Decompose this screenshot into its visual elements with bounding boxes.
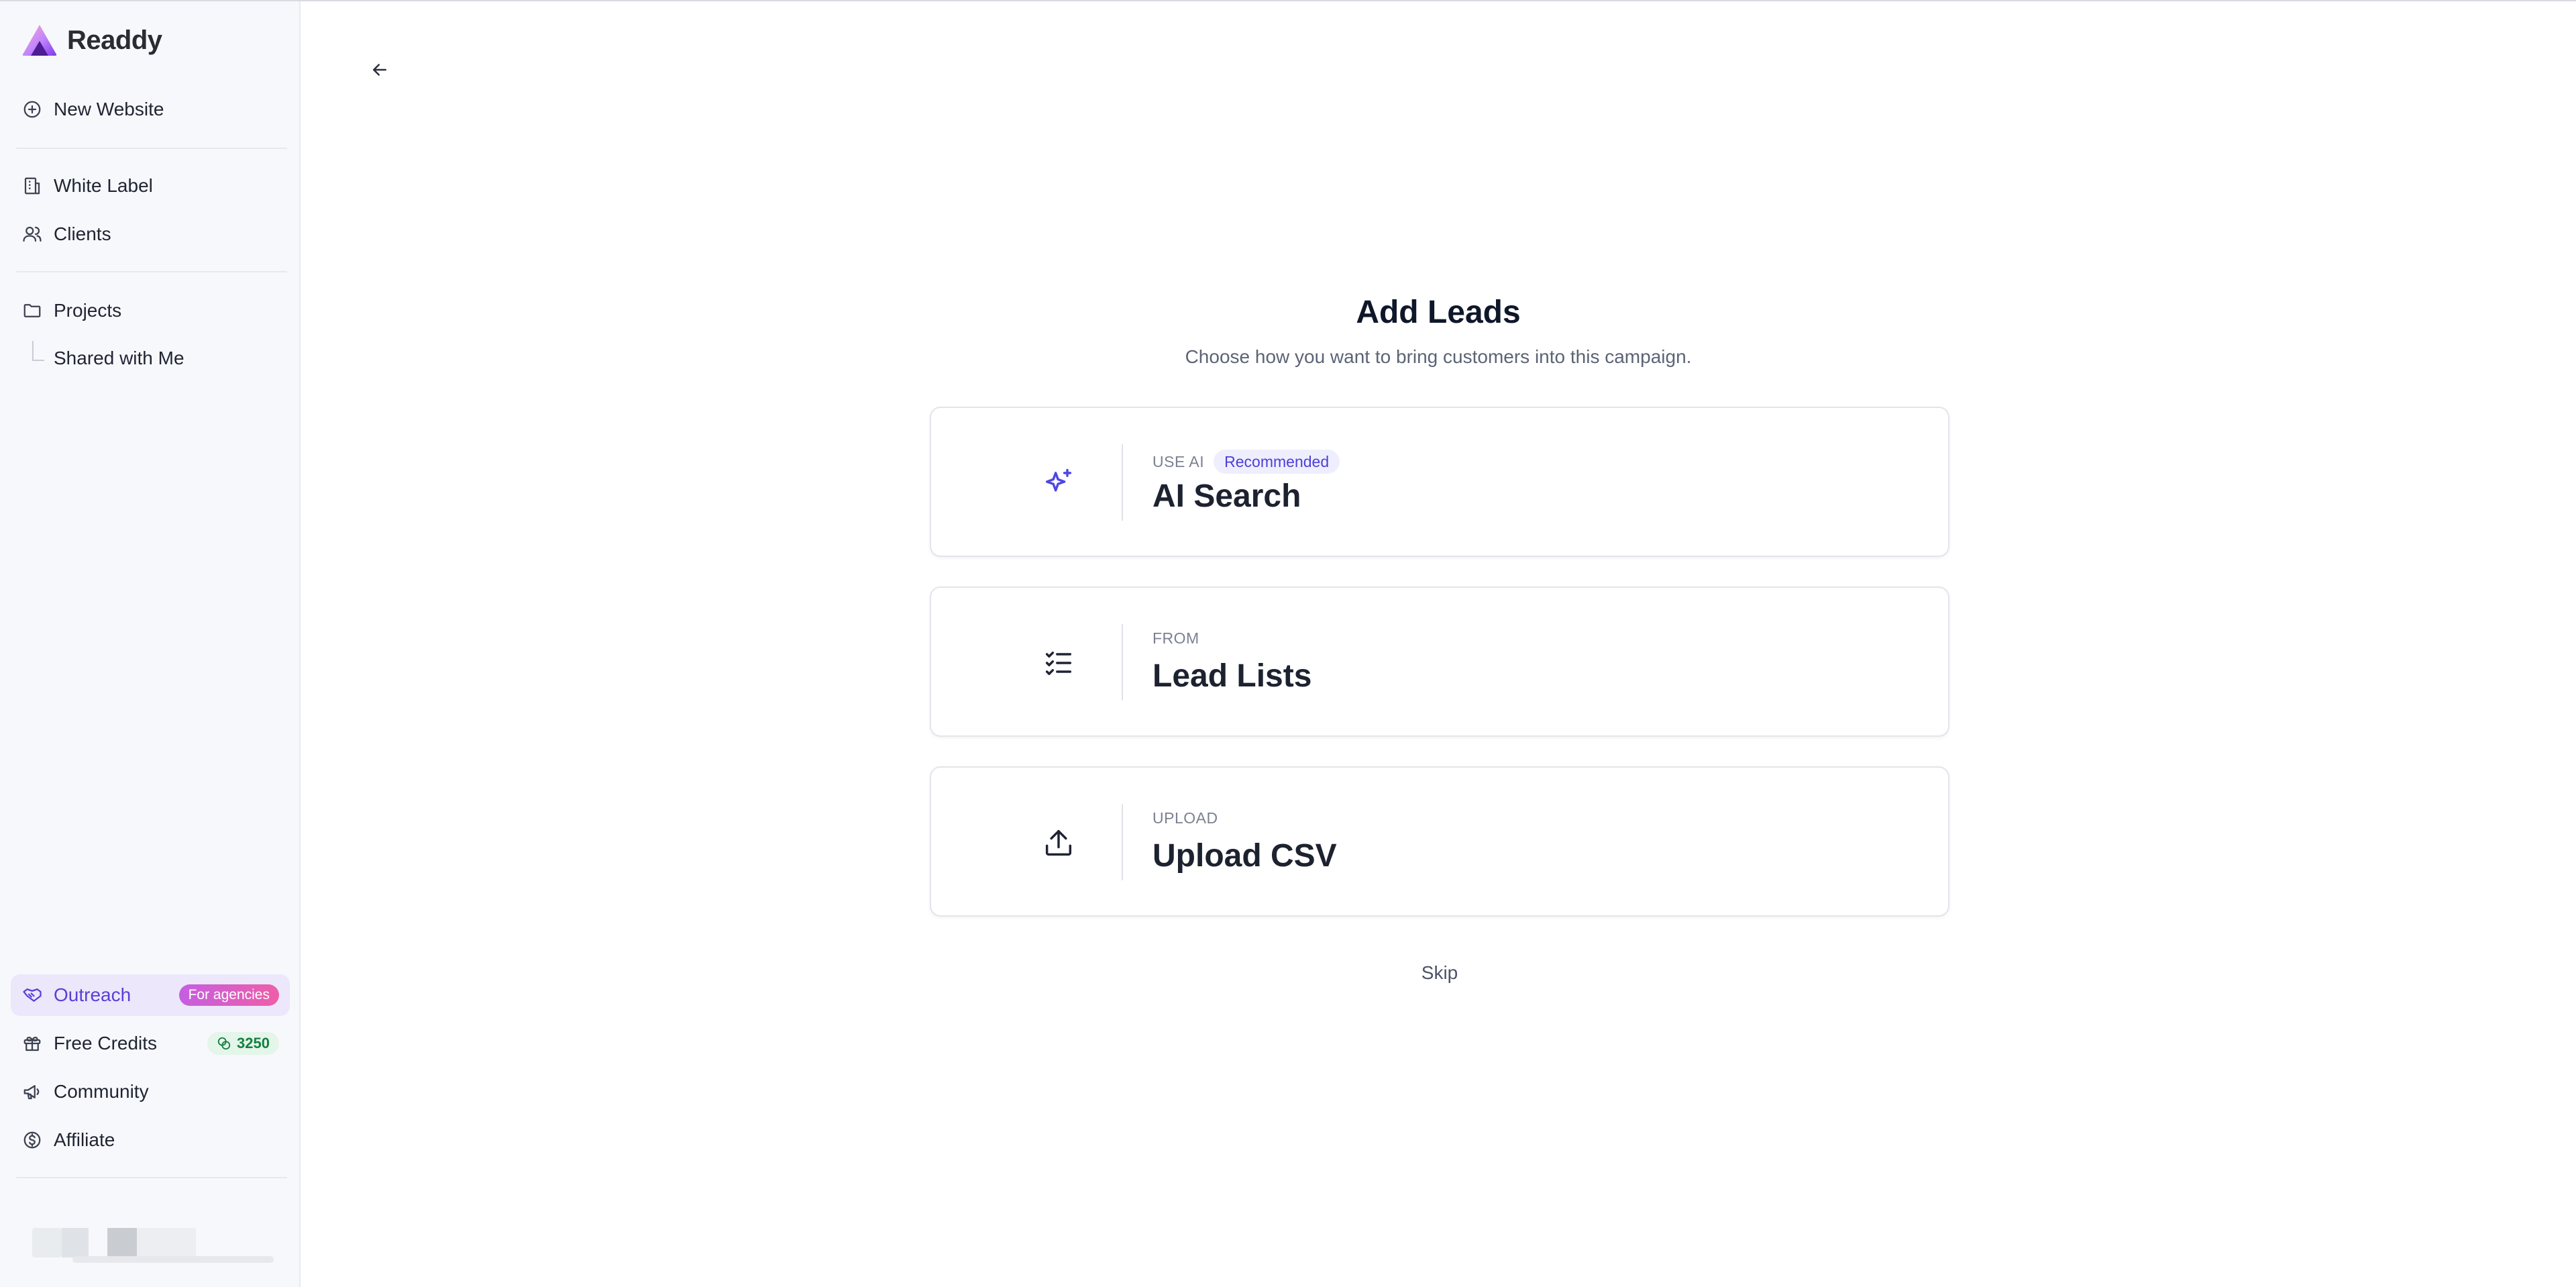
sidebar-divider [16,271,287,272]
sidebar-item-new-website[interactable]: New Website [11,89,290,130]
option-card-ai-search[interactable]: USE AI Recommended AI Search [930,407,1949,557]
card-divider [1122,444,1123,521]
folder-icon [21,300,43,321]
sidebar-item-label: White Label [54,175,153,196]
building-icon [21,175,43,197]
card-title: AI Search [1152,478,1301,514]
sidebar-item-label: Community [54,1081,149,1102]
page-subtitle: Choose how you want to bring customers i… [1185,346,1692,367]
credits-badge: 3250 [207,1032,279,1055]
sidebar-item-label: Affiliate [54,1129,115,1150]
sidebar-item-label: Clients [54,223,111,244]
brand-name: Readdy [67,25,162,55]
page-title: Add Leads [1356,295,1521,330]
checklist-icon [1038,643,1079,683]
tree-connector [32,341,44,361]
card-divider [1122,624,1123,701]
sidebar: Readdy New Website White Label Clients P… [0,1,301,1287]
account-avatar[interactable] [32,1228,274,1266]
eyebrow-text: USE AI [1152,452,1205,470]
megaphone-icon [21,1081,43,1102]
sidebar-item-free-credits[interactable]: Free Credits 3250 [11,1023,290,1064]
card-eyebrow: USE AI Recommended [1152,450,1340,474]
card-title: Upload CSV [1152,838,1337,874]
sidebar-item-label: Outreach [54,984,131,1005]
gift-icon [21,1033,43,1054]
credits-count: 3250 [237,1035,270,1051]
app-window: Readdy New Website White Label Clients P… [0,0,2576,1287]
card-eyebrow: UPLOAD [1152,809,1218,827]
sidebar-item-projects[interactable]: Projects [11,290,290,331]
sidebar-item-community[interactable]: Community [11,1071,290,1113]
option-card-lead-lists[interactable]: FROM Lead Lists [930,586,1949,737]
sidebar-item-label: New Website [54,99,164,119]
sidebar-item-outreach[interactable]: Outreach For agencies [11,974,290,1016]
option-card-upload-csv[interactable]: UPLOAD Upload CSV [930,766,1949,917]
dollar-circle-icon [21,1129,43,1151]
readdy-logo-icon [22,25,57,56]
for-agencies-badge: For agencies [178,984,279,1006]
card-divider [1122,804,1123,880]
card-title: Lead Lists [1152,658,1312,694]
sidebar-item-shared-with-me[interactable]: Shared with Me [54,341,184,376]
plus-circle-icon [21,99,43,120]
handshake-icon [21,984,43,1006]
sidebar-item-affiliate[interactable]: Affiliate [11,1119,290,1161]
eyebrow-text: FROM [1152,629,1199,647]
sidebar-item-white-label[interactable]: White Label [11,165,290,207]
recommended-badge: Recommended [1214,450,1340,474]
sidebar-divider [16,1177,287,1178]
arrow-left-icon [373,64,386,76]
sidebar-divider [16,148,287,149]
card-eyebrow: FROM [1152,629,1199,648]
sidebar-item-label: Free Credits [54,1033,158,1053]
back-button[interactable] [365,55,394,85]
brand[interactable]: Readdy [21,21,162,59]
sidebar-item-label: Projects [54,300,122,321]
upload-icon [1038,823,1079,863]
users-icon [21,223,43,245]
eyebrow-text: UPLOAD [1152,809,1218,827]
skip-button[interactable]: Skip [1399,957,1480,989]
sidebar-item-clients[interactable]: Clients [11,213,290,255]
sparkles-icon [1038,463,1079,503]
coins-icon [217,1037,231,1050]
